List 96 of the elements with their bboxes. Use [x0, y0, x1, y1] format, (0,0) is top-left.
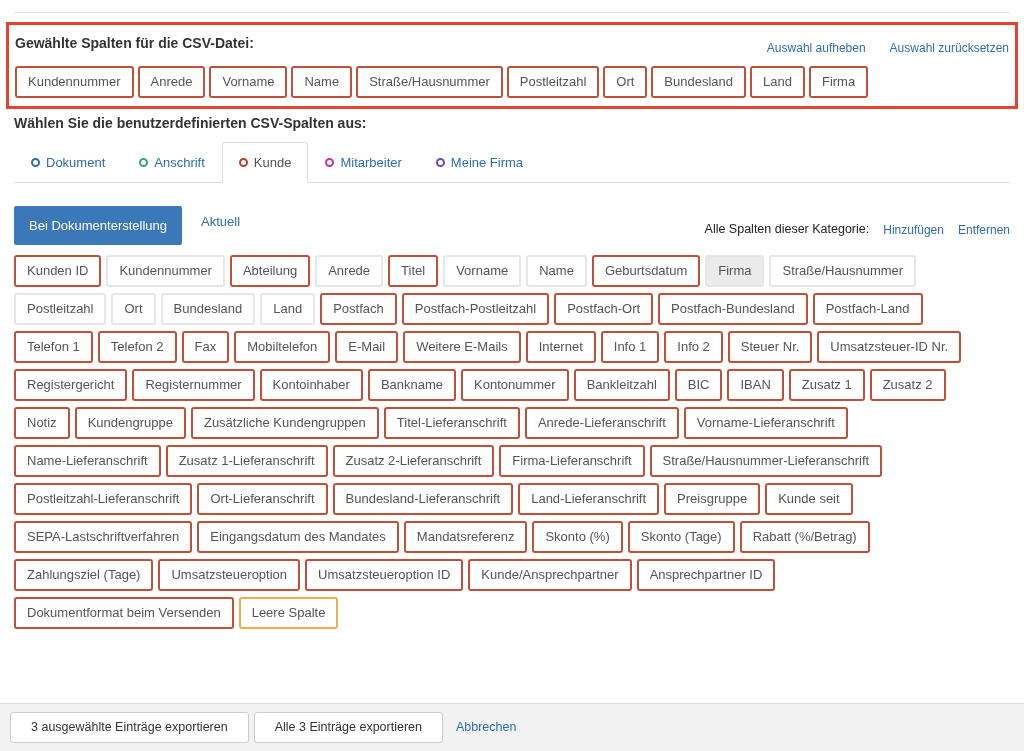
- category-tab[interactable]: Dokument: [14, 142, 123, 183]
- category-tab[interactable]: Kunde: [221, 142, 309, 183]
- selected-column-chip[interactable]: Kundennummer: [15, 66, 134, 98]
- column-chip[interactable]: Zusatz 1-Lieferanschrift: [165, 445, 328, 477]
- column-chip[interactable]: Zusatz 2-Lieferanschrift: [332, 445, 495, 477]
- column-chip[interactable]: Ort: [111, 293, 156, 325]
- section-title: Wählen Sie die benutzerdefinierten CSV-Spalten aus:: [14, 114, 368, 133]
- category-tab[interactable]: Meine Firma: [418, 142, 541, 183]
- column-chip[interactable]: E-Mail: [335, 331, 399, 363]
- column-chip[interactable]: Titel-Lieferanschrift: [383, 407, 520, 439]
- column-chip[interactable]: Vorname-Lieferanschrift: [683, 407, 848, 439]
- column-chip[interactable]: Ansprechpartner ID: [636, 559, 776, 591]
- column-chip[interactable]: Dokumentformat beim Versenden: [14, 597, 234, 629]
- column-chip[interactable]: Zusatz 1: [788, 369, 865, 401]
- column-chip[interactable]: Bundesland: [160, 293, 256, 325]
- column-chip[interactable]: Postfach-Land: [812, 293, 923, 325]
- column-chip[interactable]: Postleitzahl-Lieferanschrift: [14, 483, 193, 515]
- column-chip[interactable]: Titel: [388, 255, 439, 287]
- column-chip[interactable]: SEPA-Lastschriftverfahren: [14, 521, 193, 553]
- column-chip[interactable]: Registergericht: [14, 369, 128, 401]
- column-chip[interactable]: Umsatzsteueroption: [158, 559, 301, 591]
- selected-column-chip[interactable]: Anrede: [137, 66, 206, 98]
- link[interactable]: Hinzufügen: [883, 220, 944, 239]
- column-chip[interactable]: Zusatz 2: [869, 369, 946, 401]
- column-chip[interactable]: Postfach-Postleitzahl: [401, 293, 550, 325]
- column-chip[interactable]: BIC: [674, 369, 723, 401]
- column-chip[interactable]: Internet: [525, 331, 596, 363]
- category-tab[interactable]: Mitarbeiter: [308, 142, 419, 183]
- column-chip[interactable]: Bankname: [367, 369, 457, 401]
- column-chip[interactable]: Weitere E-Mails: [403, 331, 521, 363]
- column-chip[interactable]: Vorname: [443, 255, 522, 287]
- column-chip[interactable]: Kunde/Ansprechpartner: [468, 559, 632, 591]
- column-chip[interactable]: Telefon 2: [97, 331, 177, 363]
- column-chip[interactable]: Rabatt (%/Betrag): [739, 521, 870, 553]
- column-chip[interactable]: Kundennummer: [106, 255, 225, 287]
- export-button[interactable]: 3 ausgewählte Einträge exportieren: [10, 712, 249, 743]
- column-chip[interactable]: Firma-Lieferanschrift: [499, 445, 645, 477]
- selected-column-chip[interactable]: Ort: [603, 66, 648, 98]
- column-chip[interactable]: Preisgruppe: [664, 483, 761, 515]
- column-chip[interactable]: Info 2: [664, 331, 723, 363]
- column-chip[interactable]: Fax: [181, 331, 230, 363]
- column-chip[interactable]: Notiz: [14, 407, 70, 439]
- column-chip[interactable]: Kunde seit: [765, 483, 853, 515]
- export-button[interactable]: Alle 3 Einträge exportieren: [253, 712, 443, 743]
- column-chip[interactable]: Kontonummer: [461, 369, 569, 401]
- selected-column-chip[interactable]: Bundesland: [651, 66, 747, 98]
- column-chip[interactable]: Anrede-Lieferanschrift: [524, 407, 679, 439]
- column-chip[interactable]: Abteilung: [229, 255, 311, 287]
- column-chip[interactable]: Land: [260, 293, 316, 325]
- column-chip[interactable]: Postfach-Ort: [554, 293, 654, 325]
- column-chip[interactable]: Name: [526, 255, 587, 287]
- column-chip[interactable]: Straße/Hausnummer: [769, 255, 917, 287]
- column-chip[interactable]: Info 1: [600, 331, 660, 363]
- category-label: Alle Spalten dieser Kategorie:: [704, 221, 870, 239]
- empty-column-chip[interactable]: Leere Spalte: [238, 597, 339, 629]
- column-chip[interactable]: Mandatsreferenz: [403, 521, 528, 553]
- selected-column-chip[interactable]: Name: [291, 66, 353, 98]
- column-chip[interactable]: Skonto (%): [532, 521, 623, 553]
- column-chip[interactable]: Geburtsdatum: [591, 255, 701, 287]
- column-chip[interactable]: Mobiltelefon: [234, 331, 331, 363]
- column-chip[interactable]: IBAN: [727, 369, 784, 401]
- column-chip[interactable]: Postfach: [320, 293, 397, 325]
- column-chip[interactable]: Zusätzliche Kundengruppen: [190, 407, 379, 439]
- column-chip[interactable]: Umsatzsteueroption ID: [305, 559, 464, 591]
- subtab[interactable]: Bei Dokumenterstellung: [14, 206, 183, 245]
- link[interactable]: Entfernen: [957, 220, 1010, 239]
- column-chip[interactable]: Straße/Hausnummer-Lieferanschrift: [649, 445, 883, 477]
- column-chip[interactable]: Postleitzahl: [14, 293, 107, 325]
- column-chip[interactable]: Ort-Lieferanschrift: [197, 483, 328, 515]
- column-chip[interactable]: Umsatzsteuer-ID Nr.: [817, 331, 962, 363]
- column-chip[interactable]: Anrede: [315, 255, 384, 287]
- section-title: Gewählte Spalten für die CSV-Datei:: [15, 34, 254, 53]
- column-chip[interactable]: Bundesland-Lieferanschrift: [332, 483, 514, 515]
- column-chip[interactable]: Name-Lieferanschrift: [14, 445, 161, 477]
- column-chip[interactable]: Registernummer: [132, 369, 255, 401]
- column-chip[interactable]: Skonto (Tage): [627, 521, 735, 553]
- column-chip[interactable]: Steuer Nr.: [727, 331, 813, 363]
- selected-column-chip[interactable]: Straße/Hausnummer: [356, 66, 503, 98]
- selected-column-chip[interactable]: Vorname: [209, 66, 288, 98]
- column-chip[interactable]: Bankleitzahl: [573, 369, 670, 401]
- link[interactable]: Auswahl zurücksetzen: [889, 39, 1009, 57]
- subtab[interactable]: Aktuell: [186, 206, 256, 232]
- column-chip[interactable]: Zahlungsziel (Tage): [14, 559, 154, 591]
- column-chip[interactable]: Land-Lieferanschrift: [518, 483, 660, 515]
- column-chip[interactable]: Postfach-Bundesland: [658, 293, 808, 325]
- column-chip[interactable]: Telefon 1: [14, 331, 93, 363]
- column-chip[interactable]: Kontoinhaber: [259, 369, 363, 401]
- selected-column-chip[interactable]: Firma: [808, 66, 869, 98]
- column-chip[interactable]: Kundengruppe: [74, 407, 186, 439]
- column-chip[interactable]: Eingangsdatum des Mandates: [197, 521, 399, 553]
- selected-column-chip[interactable]: Postleitzahl: [506, 66, 600, 98]
- cancel-link[interactable]: Abbrechen: [455, 718, 517, 737]
- category-tab[interactable]: Anschrift: [122, 142, 222, 183]
- selected-column-chip[interactable]: Land: [750, 66, 805, 98]
- link[interactable]: Auswahl aufheben: [766, 39, 866, 57]
- column-chip[interactable]: Kunden ID: [14, 255, 102, 287]
